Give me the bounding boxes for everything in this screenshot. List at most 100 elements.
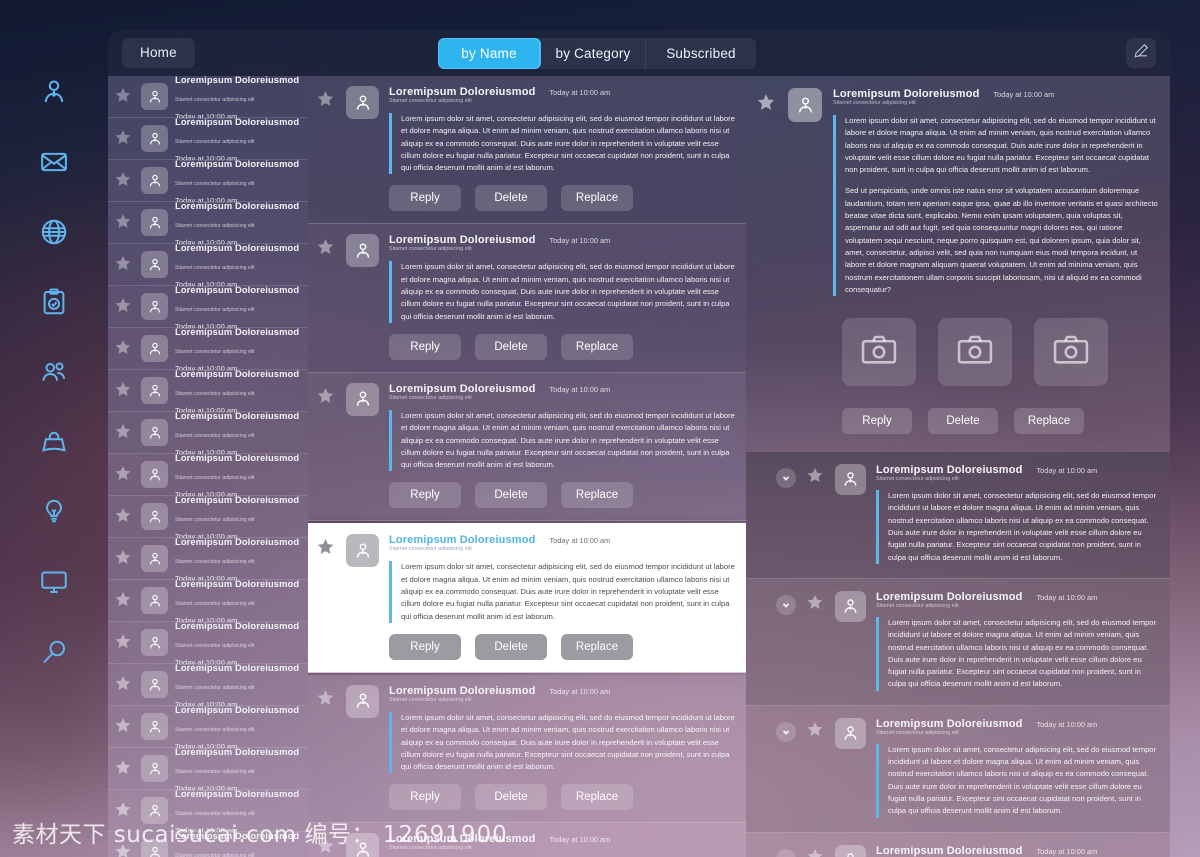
message-card[interactable]: Loremipsum Doloreiusmod Today at 10:00 am… [308,224,746,373]
thread-subtitle: Sitamet consectetur adipisicing elit [876,729,959,736]
list-item-subtitle: Sitamet consectetur adipisicing elit [175,180,255,187]
message-excerpt: Lorem ipsum dolor sit amet, consectetur … [389,561,736,623]
sidebar-rail [0,0,108,857]
star-icon[interactable] [114,380,136,402]
replace-button[interactable]: Replace [561,333,633,360]
watermark-site: 素材天下 sucaisucai.com [12,822,297,848]
star-icon[interactable] [114,674,136,696]
sidebar-item-display[interactable] [32,562,76,606]
sidebar-item-ideas[interactable] [32,492,76,536]
replace-button[interactable]: Replace [561,482,633,509]
delete-button[interactable]: Delete [475,633,547,660]
star-icon[interactable] [114,86,136,108]
star-icon[interactable] [114,254,136,276]
message-card[interactable]: Loremipsum Doloreiusmod Today at 10:00 am… [308,674,746,824]
chevron-down-icon[interactable] [776,848,796,857]
star-icon[interactable] [114,128,136,150]
list-item-title: Loremipsum Doloreiusmod [175,76,300,85]
avatar [141,125,168,152]
message-time: Today at 10:00 am [549,236,611,246]
list-item-subtitle: Sitamet consectetur adipisicing elit [175,348,255,355]
list-item-title: Loremipsum Doloreiusmod [175,745,300,757]
chevron-down-icon[interactable] [776,721,796,742]
star-icon[interactable] [316,383,342,508]
thread-item[interactable]: Loremipsum Doloreiusmod Today at 10:00 am… [746,832,1170,857]
sidebar-item-contacts[interactable] [32,352,76,396]
sidebar-item-profile[interactable] [32,72,76,116]
delete-button[interactable]: Delete [475,784,547,811]
sidebar-item-search[interactable] [32,632,76,676]
star-icon[interactable] [316,685,342,810]
list-item-title: Loremipsum Doloreiusmod [175,619,300,631]
avatar [141,251,168,278]
thread-item[interactable]: Loremipsum Doloreiusmod Today at 10:00 am… [746,578,1170,706]
thread-item[interactable]: Loremipsum Doloreiusmod Today at 10:00 am… [746,705,1170,833]
watermark-id-value: 12691900 [382,822,508,848]
star-icon[interactable] [806,591,830,611]
star-icon[interactable] [114,464,136,486]
replace-button[interactable]: Replace [561,185,633,212]
star-icon[interactable] [316,534,342,659]
detail-delete-button[interactable]: Delete [928,408,998,435]
star-icon[interactable] [114,716,136,738]
detail-reply-button[interactable]: Reply [842,408,912,435]
tab-by-name[interactable]: by Name [438,38,541,69]
sidebar-item-network[interactable] [32,212,76,256]
list-item-subtitle: Sitamet consectetur adipisicing elit [175,516,255,523]
star-icon[interactable] [114,338,136,360]
thread-excerpt: Lorem ipsum dolor sit amet, consectetur … [876,490,1158,564]
star-icon[interactable] [114,296,136,318]
sidebar-item-shop[interactable] [32,422,76,466]
home-button[interactable]: Home [122,38,195,68]
list-item-title: Loremipsum Doloreiusmod [175,241,300,253]
replace-button[interactable]: Replace [561,633,633,660]
user-icon [39,77,69,112]
chevron-down-icon[interactable] [776,594,796,615]
sidebar-item-tasks[interactable] [32,282,76,326]
reply-button[interactable]: Reply [389,482,461,509]
delete-button[interactable]: Delete [475,185,547,212]
star-icon[interactable] [114,506,136,528]
star-icon[interactable] [114,590,136,612]
star-icon[interactable] [114,212,136,234]
message-title: Loremipsum Doloreiusmod [389,234,536,247]
star-icon[interactable] [806,845,830,857]
star-icon[interactable] [114,170,136,192]
tab-subscribed[interactable]: Subscribed [646,38,756,69]
message-card[interactable]: Loremipsum Doloreiusmod Today at 10:00 am… [308,76,746,225]
list-item-subtitle: Sitamet consectetur adipisicing elit [175,390,255,397]
reply-button[interactable]: Reply [389,633,461,660]
chevron-down-icon[interactable] [776,468,796,489]
replace-button[interactable]: Replace [561,784,633,811]
star-icon[interactable] [316,234,342,359]
star-icon[interactable] [806,718,830,738]
message-subtitle: Sitamet consectetur adipisicing elit [389,246,472,253]
photo-placeholder[interactable] [842,318,916,387]
star-icon[interactable] [114,422,136,444]
watermark: 素材天下 sucaisucai.com 编号： 12691900 [12,815,508,849]
star-icon[interactable] [756,88,784,434]
star-icon[interactable] [316,86,342,211]
detail-replace-button[interactable]: Replace [1014,408,1084,435]
detail-actions: Reply Delete Replace [833,408,1158,435]
star-icon[interactable] [114,548,136,570]
photo-placeholder[interactable] [938,318,1012,387]
star-icon[interactable] [806,464,830,484]
reply-button[interactable]: Reply [389,185,461,212]
reply-button[interactable]: Reply [389,333,461,360]
delete-button[interactable]: Delete [475,333,547,360]
reply-button[interactable]: Reply [389,784,461,811]
avatar [141,545,168,572]
star-icon[interactable] [114,758,136,780]
tab-by-category[interactable]: by Category [541,38,646,69]
star-icon[interactable] [114,632,136,654]
sidebar-item-mail[interactable] [32,142,76,186]
list-item-title: Loremipsum Doloreiusmod [175,409,300,421]
delete-button[interactable]: Delete [475,482,547,509]
message-card-selected[interactable]: Loremipsum Doloreiusmod Today at 10:00 am… [308,523,746,673]
message-card[interactable]: Loremipsum Doloreiusmod Today at 10:00 am… [308,372,746,522]
edit-button[interactable] [1126,38,1156,68]
list-item-subtitle: Sitamet consectetur adipisicing elit [175,138,255,145]
thread-item[interactable]: Loremipsum Doloreiusmod Today at 10:00 am… [746,452,1170,579]
photo-placeholder[interactable] [1034,318,1108,387]
